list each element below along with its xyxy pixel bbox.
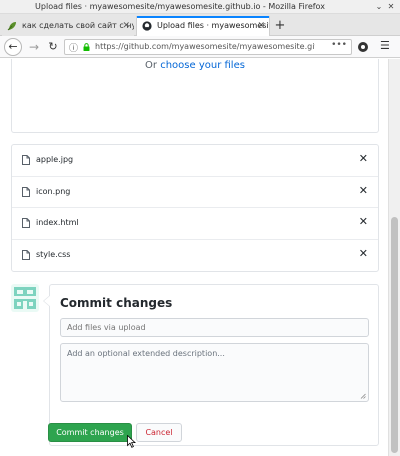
url-text: https://github.com/myawesomesite/myaweso… <box>95 42 315 51</box>
tab-close-icon[interactable]: ✕ <box>257 16 265 36</box>
commit-title: Commit changes <box>60 296 173 310</box>
description-placeholder: Add an optional extended description... <box>67 349 225 358</box>
tab-upload-files[interactable]: Upload files · myawesomesite ✕ <box>136 16 270 36</box>
choose-files-link[interactable]: choose your files <box>160 60 245 71</box>
choose-files-text: Or choose your files <box>12 60 378 71</box>
file-row: index.html ✕ <box>12 208 378 240</box>
scrollbar-thumb[interactable] <box>391 217 398 453</box>
remove-file-icon[interactable]: ✕ <box>359 215 368 228</box>
tab-label: Upload files · myawesomesite <box>157 21 270 30</box>
page-actions-icon[interactable]: ••• <box>331 40 347 50</box>
tab-label: как сделать свой сайт с нул <box>22 21 134 30</box>
github-favicon-icon <box>142 21 152 31</box>
back-button[interactable]: ← <box>4 38 22 56</box>
extension-icon[interactable] <box>357 41 369 53</box>
commit-changes-button[interactable]: Commit changes <box>48 423 132 442</box>
file-name: apple.jpg <box>36 155 74 164</box>
file-icon <box>22 155 30 165</box>
page-scrollbar[interactable] <box>388 59 400 456</box>
minimize-icon[interactable]: ⌄ <box>374 2 384 12</box>
new-tab-button[interactable]: + <box>273 16 287 36</box>
tab-bar: как сделать свой сайт с нул ✕ Upload fil… <box>0 14 400 36</box>
remove-file-icon[interactable]: ✕ <box>359 247 368 260</box>
tab-close-icon[interactable]: ✕ <box>122 16 130 36</box>
page-content: Or choose your files apple.jpg ✕ icon.pn… <box>0 59 388 456</box>
file-name: style.css <box>36 249 71 259</box>
window-title: Upload files · myawesomesite/myawesomesi… <box>35 2 325 11</box>
remove-file-icon[interactable]: ✕ <box>359 184 368 197</box>
close-window-icon[interactable]: ✕ <box>386 2 396 12</box>
mouse-cursor-icon <box>127 435 136 448</box>
file-row: apple.jpg ✕ <box>12 145 378 177</box>
remove-file-icon[interactable]: ✕ <box>359 152 368 165</box>
choose-prefix: Or <box>145 60 158 71</box>
leaf-favicon-icon <box>7 22 16 31</box>
tab-russian-search[interactable]: как сделать свой сайт с нул ✕ <box>2 16 134 36</box>
commit-form: Commit changes Add an optional extended … <box>43 284 379 446</box>
window-titlebar: Upload files · myawesomesite/myawesomesi… <box>0 0 400 14</box>
forward-button[interactable]: → <box>25 38 43 56</box>
lock-icon <box>83 43 90 51</box>
upload-dropzone[interactable]: Or choose your files <box>11 59 379 133</box>
upload-file-list: apple.jpg ✕ icon.png ✕ index.html ✕ styl… <box>11 144 379 272</box>
hamburger-menu-icon[interactable]: ☰ <box>380 39 390 52</box>
reload-button[interactable]: ↻ <box>44 38 62 56</box>
file-name: index.html <box>36 218 79 227</box>
cancel-button[interactable]: Cancel <box>136 423 182 442</box>
avatar[interactable] <box>11 284 39 312</box>
file-icon <box>22 218 30 228</box>
file-icon <box>22 186 30 197</box>
resize-handle-icon[interactable] <box>360 393 366 399</box>
commit-summary-input[interactable] <box>60 318 369 337</box>
navigation-bar: ← → ↻ ⓘ https://github.com/myawesomesite… <box>0 36 400 58</box>
file-icon <box>22 249 30 260</box>
info-icon[interactable]: ⓘ <box>69 41 78 54</box>
commit-description-textarea[interactable]: Add an optional extended description... <box>60 343 369 402</box>
file-row: style.css ✕ <box>12 240 378 272</box>
address-bar[interactable]: ⓘ https://github.com/myawesomesite/myawe… <box>64 39 352 55</box>
file-row: icon.png ✕ <box>12 177 378 208</box>
file-name: icon.png <box>36 186 71 196</box>
